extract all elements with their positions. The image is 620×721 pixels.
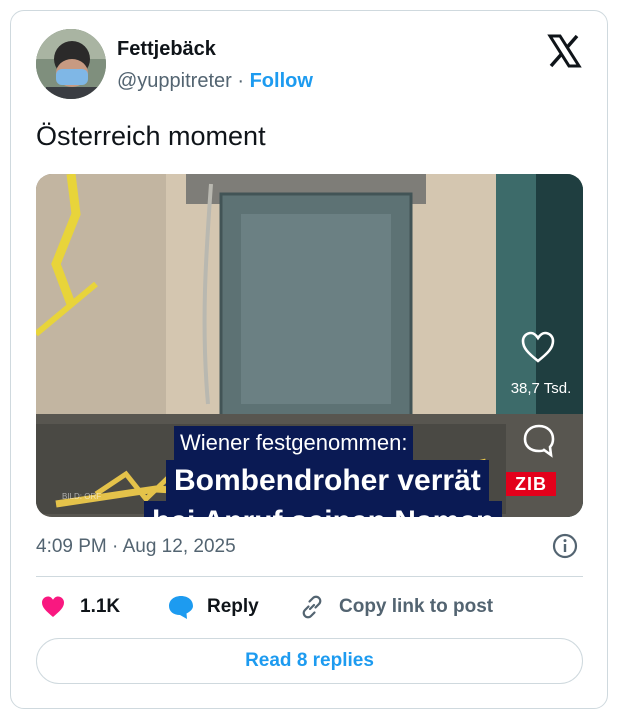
separator: ·: [237, 70, 245, 92]
read-replies-button[interactable]: Read 8 replies: [36, 638, 583, 684]
caption-line-3: bei Anruf seinen Namen: [144, 501, 503, 517]
overlay-heart-icon[interactable]: [520, 330, 556, 364]
zib-logo: ZIB: [506, 472, 556, 496]
copy-link-action[interactable]: Copy link to post: [299, 591, 493, 623]
divider: [36, 576, 583, 577]
media-watermark: BILD: ORF: [62, 492, 102, 501]
link-icon: [299, 594, 325, 620]
tweet-timestamp[interactable]: 4:09 PM · Aug 12, 2025: [36, 536, 236, 558]
tweet-text: Österreich moment: [36, 121, 266, 151]
overlay-comment-icon[interactable]: [521, 422, 557, 458]
reply-action[interactable]: Reply: [167, 591, 259, 623]
info-icon[interactable]: [552, 533, 578, 559]
video-media[interactable]: Wiener festgenommen: Bombendroher verrät…: [36, 174, 583, 517]
like-action[interactable]: 1.1K: [40, 591, 120, 623]
author-handle-row: @yuppitreter · Follow: [117, 70, 313, 93]
x-logo-icon[interactable]: [545, 32, 583, 70]
reply-bubble-icon: [167, 594, 193, 620]
like-count: 1.1K: [80, 596, 121, 617]
author-handle[interactable]: @yuppitreter: [117, 70, 232, 92]
caption-line-1: Wiener festgenommen:: [174, 426, 414, 460]
heart-icon: [40, 594, 66, 620]
overlay-like-count: 38,7 Tsd.: [510, 380, 572, 397]
follow-button[interactable]: Follow: [250, 70, 313, 92]
author-name[interactable]: Fettjebäck: [117, 38, 216, 61]
copy-link-label: Copy link to post: [339, 596, 494, 617]
caption-line-2: Bombendroher verrät: [166, 460, 489, 502]
reply-label: Reply: [207, 596, 259, 617]
avatar[interactable]: [36, 29, 106, 99]
